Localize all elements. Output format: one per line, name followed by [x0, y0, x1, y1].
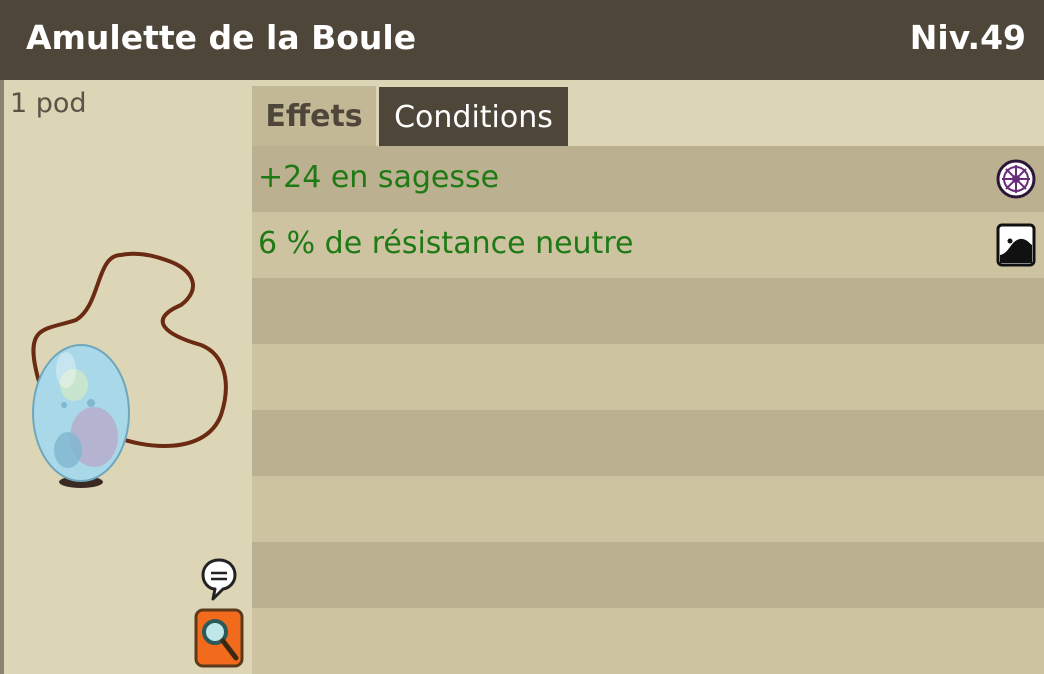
tab-effets[interactable]: Effets [252, 86, 376, 146]
effect-row: 6 % de résistance neutre [252, 212, 1044, 278]
item-name: Amulette de la Boule [26, 18, 417, 57]
chat-icon[interactable] [201, 558, 237, 602]
item-header: Amulette de la Boule Niv.49 [0, 0, 1044, 80]
item-weight: 1 pod [10, 88, 87, 119]
empty-row [252, 410, 1044, 476]
effect-row: +24 en sagesse [252, 146, 1044, 212]
tab-bar: Effets Conditions [252, 80, 1044, 147]
amulet-image [31, 251, 228, 488]
tab-conditions-label: Conditions [394, 99, 553, 135]
neutral-resistance-icon [996, 223, 1036, 267]
tab-conditions[interactable]: Conditions [379, 87, 568, 147]
wisdom-icon [996, 159, 1036, 199]
item-preview-panel: 1 pod [4, 80, 252, 674]
empty-row [252, 344, 1044, 410]
effect-text: 6 % de résistance neutre [258, 226, 634, 261]
effects-list: +24 en sagesse 6 % de résistance neutre [252, 146, 1044, 674]
item-level: Niv.49 [909, 18, 1026, 57]
tab-effets-label: Effets [265, 98, 363, 134]
empty-row [252, 608, 1044, 674]
empty-row [252, 476, 1044, 542]
empty-row [252, 542, 1044, 608]
empty-row [252, 278, 1044, 344]
search-icon[interactable] [194, 608, 244, 668]
effect-text: +24 en sagesse [258, 160, 500, 195]
